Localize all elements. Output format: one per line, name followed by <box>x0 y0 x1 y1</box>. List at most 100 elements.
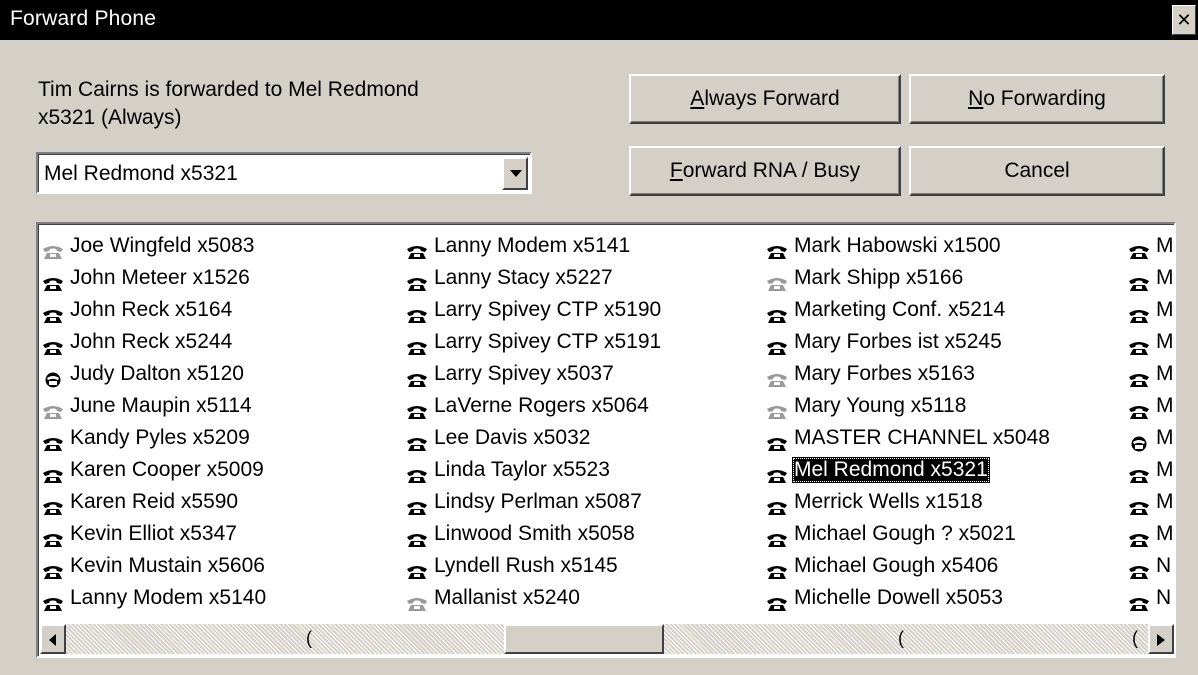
list-item[interactable]: Mark Habowski x1500 <box>766 230 1052 262</box>
list-item[interactable]: John Meteer x1526 <box>42 262 268 294</box>
phone-icon <box>1128 366 1150 387</box>
list-item[interactable]: Kevin Elliot x5347 <box>42 518 268 550</box>
list-item[interactable]: M <box>1128 390 1172 422</box>
list-item[interactable]: MASTER CHANNEL x5048 <box>766 422 1052 454</box>
list-item-label: M <box>1156 234 1172 257</box>
no-forwarding-button[interactable]: No Forwarding <box>909 74 1165 124</box>
close-button[interactable]: ✕ <box>1172 5 1196 35</box>
list-item[interactable]: M <box>1128 454 1172 486</box>
forward-rna-busy-button[interactable]: Forward RNA / Busy <box>629 146 901 196</box>
list-item[interactable]: Lanny Modem x5141 <box>406 230 663 262</box>
phone-icon-gray <box>42 398 64 419</box>
list-item-label: Merrick Wells x1518 <box>794 490 983 513</box>
list-item[interactable]: Lanny Stacy x5227 <box>406 262 663 294</box>
list-item[interactable]: M <box>1128 422 1172 454</box>
scroll-right-button[interactable] <box>1148 624 1174 654</box>
list-item[interactable]: Lanny Modem x5140 <box>42 582 268 614</box>
scroll-thumb[interactable] <box>504 624 664 654</box>
list-item[interactable]: Mel Redmond x5321 <box>766 454 1052 486</box>
extension-listbox[interactable]: Joe Wingfeld x5083 John Meteer x1526 John … <box>36 222 1176 658</box>
list-item-label: Mary Forbes ist x5245 <box>794 330 1002 353</box>
list-item[interactable]: Kandy Pyles x5209 <box>42 422 268 454</box>
list-item-label: M <box>1156 490 1172 513</box>
list-item[interactable]: Michelle Dowell x5053 <box>766 582 1052 614</box>
list-item[interactable]: M <box>1128 358 1172 390</box>
list-item-label: Michael Gough ? x5021 <box>794 522 1016 545</box>
phone-icon <box>406 302 428 323</box>
hotkey-letter: A <box>690 87 705 110</box>
scroll-left-button[interactable] <box>40 624 66 654</box>
list-item[interactable]: Lyndell Rush x5145 <box>406 550 663 582</box>
list-item[interactable]: John Reck x5164 <box>42 294 268 326</box>
list-item[interactable]: Karen Reid x5590 <box>42 486 268 518</box>
phone-icon <box>42 558 64 579</box>
list-item[interactable]: Kevin Mustain x5606 <box>42 550 268 582</box>
list-item-label: John Reck x5164 <box>70 298 233 321</box>
list-item[interactable]: Marketing Conf. x5214 <box>766 294 1052 326</box>
always-forward-button[interactable]: Always Forward <box>629 74 901 124</box>
list-item-label: M <box>1156 394 1172 417</box>
list-item-label: Larry Spivey CTP x5191 <box>434 330 662 353</box>
phone-icon <box>766 590 788 611</box>
list-item-label: Lanny Stacy x5227 <box>434 266 613 289</box>
list-item[interactable]: M <box>1128 294 1172 326</box>
phone-icon <box>42 462 64 483</box>
list-item[interactable]: Judy Dalton x5120 <box>42 358 268 390</box>
phone-icon <box>1128 270 1150 291</box>
list-item-label: Joe Wingfeld x5083 <box>70 234 255 257</box>
list-item[interactable]: M <box>1128 518 1172 550</box>
horizontal-scrollbar[interactable]: ( ( ( <box>40 624 1174 654</box>
phone-icon <box>406 398 428 419</box>
list-item-label: M <box>1156 362 1172 385</box>
phone-icon <box>1128 302 1150 323</box>
list-item[interactable]: Larry Spivey CTP x5191 <box>406 326 663 358</box>
list-item[interactable]: N <box>1128 550 1172 582</box>
list-item[interactable]: M <box>1128 230 1172 262</box>
list-item-label: June Maupin x5114 <box>70 394 252 417</box>
list-item[interactable]: Mallanist x5240 <box>406 582 663 614</box>
combobox-dropdown-button[interactable] <box>502 157 528 190</box>
button-label: lways Forward <box>704 87 840 110</box>
phone-icon <box>1128 238 1150 259</box>
list-item[interactable]: Mark Shipp x5166 <box>766 262 1052 294</box>
list-item-label: Marketing Conf. x5214 <box>794 298 1006 321</box>
list-item[interactable]: Joe Wingfeld x5083 <box>42 230 268 262</box>
list-item[interactable]: M <box>1128 486 1172 518</box>
list-item[interactable]: Lee Davis x5032 <box>406 422 663 454</box>
list-item[interactable]: N <box>1128 582 1172 614</box>
list-item-label: N <box>1156 554 1172 577</box>
list-item-label: Linwood Smith x5058 <box>434 522 635 545</box>
forward-target-combobox[interactable]: Mel Redmond x5321 <box>36 152 532 194</box>
list-item[interactable]: Lindsy Perlman x5087 <box>406 486 663 518</box>
list-item-label: Mark Habowski x1500 <box>794 234 1001 257</box>
list-item[interactable]: Mary Young x5118 <box>766 390 1052 422</box>
list-item-label: Kevin Mustain x5606 <box>70 554 265 577</box>
phone-icon-gray <box>766 398 788 419</box>
list-item[interactable]: M <box>1128 326 1172 358</box>
list-item[interactable]: Linda Taylor x5523 <box>406 454 663 486</box>
phone-icon <box>406 334 428 355</box>
list-item[interactable]: Mary Forbes x5163 <box>766 358 1052 390</box>
list-item[interactable]: John Reck x5244 <box>42 326 268 358</box>
list-item[interactable]: Larry Spivey x5037 <box>406 358 663 390</box>
phone-busy-icon <box>42 366 64 388</box>
list-item[interactable]: LaVerne Rogers x5064 <box>406 390 663 422</box>
phone-icon <box>1128 590 1150 611</box>
list-item[interactable]: June Maupin x5114 <box>42 390 268 422</box>
list-item[interactable]: Michael Gough ? x5021 <box>766 518 1052 550</box>
list-item-label: Mary Forbes x5163 <box>794 362 975 385</box>
phone-icon <box>406 430 428 451</box>
list-item[interactable]: Karen Cooper x5009 <box>42 454 268 486</box>
list-item[interactable]: Linwood Smith x5058 <box>406 518 663 550</box>
list-item[interactable]: Mary Forbes ist x5245 <box>766 326 1052 358</box>
phone-icon <box>766 494 788 515</box>
list-item[interactable]: Michael Gough x5406 <box>766 550 1052 582</box>
list-item[interactable]: Merrick Wells x1518 <box>766 486 1052 518</box>
title-bar[interactable]: Forward Phone ✕ <box>0 0 1198 40</box>
button-label: o Forwarding <box>983 87 1106 110</box>
list-item[interactable]: Larry Spivey CTP x5190 <box>406 294 663 326</box>
phone-icon <box>42 334 64 355</box>
list-columns: Joe Wingfeld x5083 John Meteer x1526 John … <box>42 230 1172 614</box>
list-item[interactable]: M <box>1128 262 1172 294</box>
cancel-button[interactable]: Cancel <box>909 146 1165 196</box>
